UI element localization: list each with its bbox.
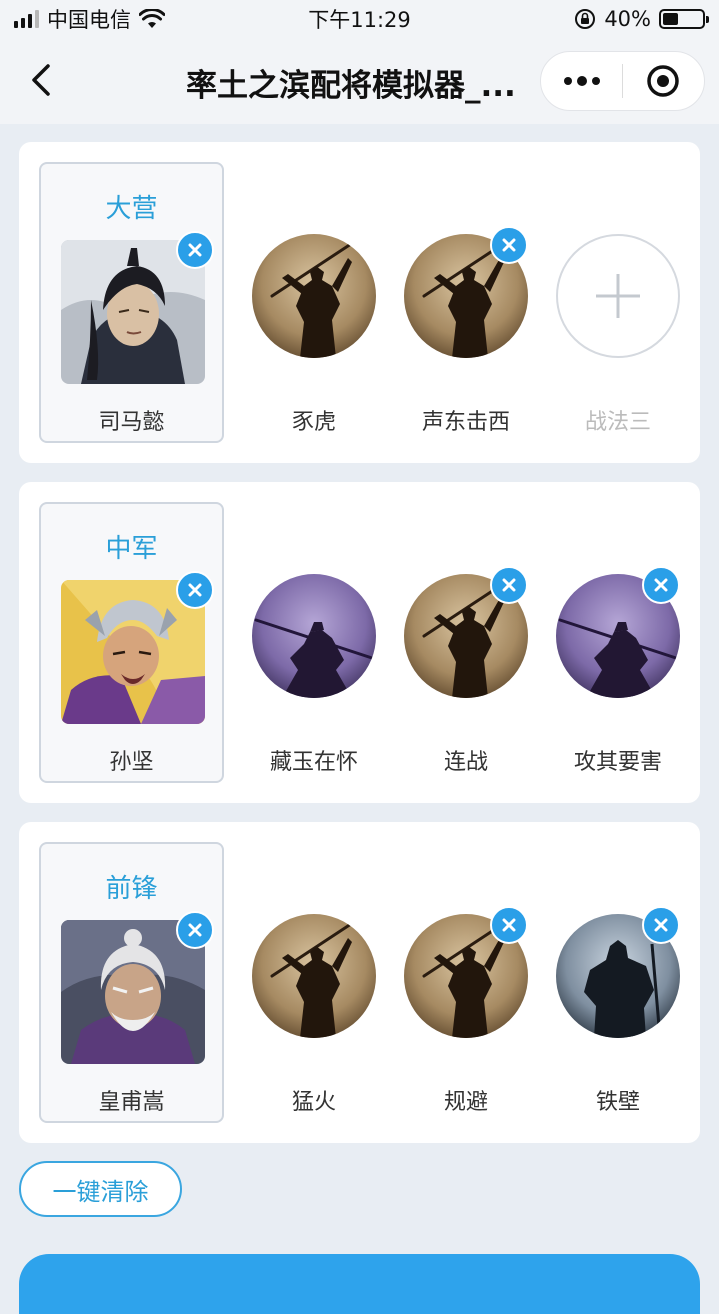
status-right: 40% [574, 7, 709, 31]
remove-skill-button[interactable] [490, 906, 528, 944]
remove-general-button[interactable] [176, 231, 214, 269]
skill-name: 攻其要害 [573, 750, 662, 775]
wifi-icon [139, 9, 165, 28]
general-name: 孙坚 [109, 750, 154, 775]
battery-icon [659, 9, 709, 29]
back-chevron-icon[interactable] [22, 60, 62, 100]
position-label: 中军 [105, 534, 158, 564]
general-name: 皇甫嵩 [98, 1090, 165, 1115]
close-x-icon [502, 578, 516, 592]
skill-art-lancer [252, 574, 376, 698]
position-label: 前锋 [105, 874, 158, 904]
skill-slot-1[interactable] [252, 234, 376, 358]
add-skill-button[interactable] [556, 234, 680, 358]
close-x-icon [502, 238, 516, 252]
remove-general-button[interactable] [176, 911, 214, 949]
remove-skill-button[interactable] [642, 906, 680, 944]
status-left: 中国电信 [14, 4, 165, 34]
clear-all-button[interactable]: 一键清除 [19, 1161, 182, 1217]
skill-name: 连战 [443, 750, 488, 775]
position-label: 大营 [105, 194, 158, 224]
skill-name: 声东击西 [421, 410, 510, 435]
close-x-icon [188, 243, 202, 257]
skill-placeholder-label: 战法三 [584, 410, 651, 435]
general-slot[interactable]: 中军 孙坚 [39, 502, 224, 783]
general-slot[interactable]: 大营 司马懿 [39, 162, 224, 443]
skill-name: 藏玉在怀 [269, 750, 358, 775]
close-x-icon [188, 583, 202, 597]
remove-skill-button[interactable] [490, 566, 528, 604]
cellular-signal-icon [14, 10, 39, 28]
more-dots-icon[interactable] [541, 51, 622, 111]
close-x-icon [502, 918, 516, 932]
formation-card-center: 中军 孙坚 藏玉在怀 连战 攻其要害 [19, 482, 700, 803]
formation-card-vanguard: 前锋 皇甫嵩 猛火 规避 铁壁 [19, 822, 700, 1143]
mini-program-capsule [540, 51, 705, 111]
skill-name: 豕虎 [291, 410, 336, 435]
formation-card-camp: 大营 司马懿 豕虎 声东击西 战法三 [19, 142, 700, 463]
remove-skill-button[interactable] [490, 226, 528, 264]
remove-skill-button[interactable] [642, 566, 680, 604]
battery-level [663, 13, 679, 25]
close-x-icon [188, 923, 202, 937]
skill-slot-1[interactable] [252, 574, 376, 698]
skill-art-warrior [252, 234, 376, 358]
plus-icon [596, 274, 640, 318]
status-bar: 中国电信 下午11:29 40% [0, 0, 719, 38]
skill-name: 猛火 [291, 1090, 336, 1115]
target-circle-icon[interactable] [623, 51, 704, 111]
close-x-icon [654, 578, 668, 592]
orientation-lock-icon [575, 9, 596, 29]
remove-general-button[interactable] [176, 571, 214, 609]
general-name: 司马懿 [98, 410, 165, 435]
nav-bar: 率土之滨配将模拟器_... [0, 38, 719, 124]
skill-name: 铁壁 [595, 1090, 640, 1115]
battery-percent: 40% [604, 7, 651, 31]
carrier-label: 中国电信 [47, 8, 131, 32]
close-x-icon [654, 918, 668, 932]
bottom-primary-button[interactable] [19, 1254, 700, 1314]
skill-slot-1[interactable] [252, 914, 376, 1038]
page-title: 率土之滨配将模拟器_... [186, 68, 516, 104]
skill-name: 规避 [443, 1090, 488, 1115]
general-slot[interactable]: 前锋 皇甫嵩 [39, 842, 224, 1123]
skill-art-warrior [252, 914, 376, 1038]
